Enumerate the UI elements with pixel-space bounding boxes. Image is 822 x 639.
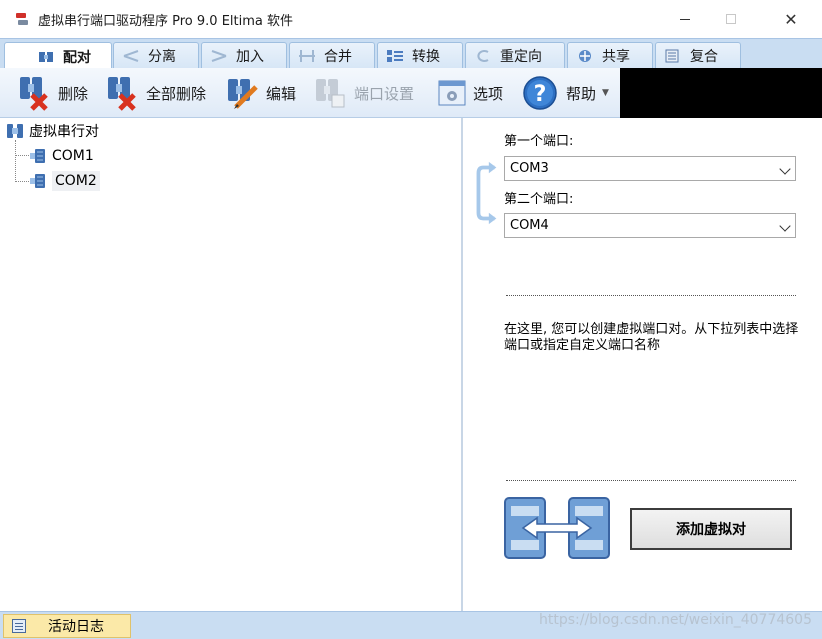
first-port-select[interactable]: COM3 — [504, 156, 796, 181]
window-title: 虚拟串行端口驱动程序 Pro 9.0 Eltima 软件 — [38, 13, 293, 29]
tab-label: 加入 — [236, 49, 264, 65]
svg-text:?: ? — [534, 82, 547, 107]
help-icon: ? — [522, 75, 560, 111]
chevron-down-icon — [779, 220, 791, 232]
tree-root[interactable]: 虚拟串行对 — [6, 120, 99, 142]
tab-label: 合并 — [324, 49, 352, 65]
maximize-button[interactable] — [708, 0, 754, 38]
link-arrow-icon — [476, 161, 497, 225]
tab-label: 配对 — [63, 49, 91, 66]
tab-label: 复合 — [690, 49, 718, 65]
tree-item-com2[interactable]: COM2 — [29, 170, 100, 192]
port-settings-icon — [314, 75, 348, 111]
tab-convert[interactable]: 转换 — [377, 42, 463, 69]
second-port-select[interactable]: COM4 — [504, 213, 796, 238]
connected-ports-icon — [504, 497, 610, 559]
tab-composite[interactable]: 复合 — [655, 42, 741, 69]
split-icon — [122, 49, 140, 63]
log-icon — [12, 619, 26, 633]
delete-all-icon — [106, 75, 140, 111]
convert-icon — [386, 49, 404, 63]
second-port-label: 第二个端口: — [504, 192, 574, 207]
share-icon — [576, 49, 594, 63]
delete-button[interactable]: 删除 — [18, 74, 88, 112]
close-button[interactable]: ✕ — [768, 0, 814, 38]
help-description: 在这里, 您可以创建虚拟端口对。从下拉列表中选择端口或指定自定义端口名称 — [504, 322, 799, 353]
maximize-icon — [726, 14, 736, 24]
tab-strip: 配对 分离 加入 合并 转换 重定向 共享 复合 — [0, 38, 822, 70]
watermark: https://blog.csdn.net/weixin_40774605 — [538, 612, 812, 628]
chevron-down-icon — [779, 163, 791, 175]
options-button[interactable]: 选项 — [437, 74, 503, 112]
tab-pair[interactable]: 配对 — [4, 42, 112, 70]
tab-share[interactable]: 共享 — [567, 42, 653, 69]
minimize-button[interactable] — [662, 0, 708, 38]
redacted-area — [620, 68, 822, 118]
close-icon: ✕ — [784, 9, 798, 29]
tab-join[interactable]: 加入 — [201, 42, 287, 69]
composite-icon — [664, 49, 682, 63]
tab-redirect[interactable]: 重定向 — [465, 42, 565, 69]
pair-settings-panel: 第一个端口: COM3 第二个端口: COM4 在这里, 您可以创建虚拟端口对。… — [463, 118, 822, 611]
tab-label: 共享 — [602, 49, 630, 65]
tab-split[interactable]: 分离 — [113, 42, 199, 69]
port-settings-button[interactable]: 端口设置 — [314, 74, 414, 112]
tree-connector — [15, 181, 29, 182]
redirect-icon — [474, 49, 492, 63]
serial-cable-icon — [14, 11, 30, 27]
port-icon — [29, 173, 47, 189]
help-button[interactable]: ? 帮助 ▼ — [522, 74, 609, 112]
pair-icon — [37, 50, 55, 64]
options-icon — [437, 75, 467, 111]
divider — [506, 295, 796, 296]
join-icon — [210, 49, 228, 63]
activity-log-tab[interactable]: 活动日志 — [3, 614, 131, 638]
minimize-icon — [680, 18, 690, 20]
tree-connector — [15, 155, 29, 156]
edit-button[interactable]: 编辑 — [226, 74, 296, 112]
delete-all-button[interactable]: 全部删除 — [106, 74, 206, 112]
delete-pair-icon — [18, 75, 52, 111]
tab-label: 重定向 — [500, 49, 542, 65]
tree-connector — [15, 140, 16, 182]
first-port-label: 第一个端口: — [504, 134, 574, 149]
tab-label: 转换 — [412, 49, 440, 65]
help-dropdown-icon: ▼ — [602, 88, 609, 98]
serial-pair-icon — [6, 123, 24, 139]
edit-icon — [226, 75, 260, 111]
tab-label: 分离 — [148, 49, 176, 65]
tab-merge[interactable]: 合并 — [289, 42, 375, 69]
divider — [506, 480, 796, 481]
merge-icon — [298, 49, 316, 63]
add-virtual-pair-button[interactable]: 添加虚拟对 — [630, 508, 792, 550]
tree-item-com1[interactable]: COM1 — [29, 145, 94, 167]
port-icon — [29, 148, 47, 164]
